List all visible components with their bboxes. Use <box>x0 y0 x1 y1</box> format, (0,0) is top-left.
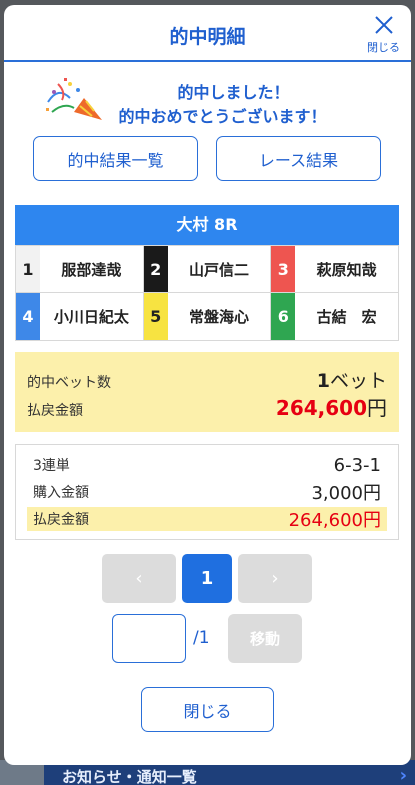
race-title: 大村 8R <box>15 205 399 245</box>
payout-amount: 264,600 <box>275 396 367 420</box>
hit-results-button[interactable]: 的中結果一覧 <box>33 136 198 181</box>
modal-header: 的中明細 閉じる <box>4 5 411 62</box>
racer-cell: 1 服部達哉 <box>15 246 143 292</box>
party-popper-icon <box>44 76 108 122</box>
racer-row: 4 小川日紀太 5 常盤海心 6 古結 宏 <box>15 293 400 341</box>
move-button[interactable]: 移動 <box>228 614 302 663</box>
hit-bets-count: 1 <box>316 370 330 392</box>
racer-cell: 5 常盤海心 <box>142 293 271 340</box>
racer-number: 1 <box>16 246 40 292</box>
hit-bets-unit: ベット <box>329 370 387 392</box>
modal-title: 的中明細 <box>169 26 246 48</box>
close-icon[interactable] <box>373 14 399 40</box>
chevron-right-icon[interactable]: › <box>400 765 407 785</box>
racer-number: 6 <box>271 293 296 340</box>
payout-unit: 円 <box>367 396 387 420</box>
racer-name: 萩原知哉 <box>316 260 377 279</box>
payout-value: 264,600円 <box>276 392 387 421</box>
page-number-input[interactable] <box>112 614 186 663</box>
bet-type-row: 3連単 6-3-1 <box>27 453 387 477</box>
current-page-button[interactable]: 1 <box>182 554 232 603</box>
racer-name: 山戸信二 <box>189 260 250 279</box>
bet-type: 3連単 <box>33 458 70 474</box>
detail-payout-row: 払戻金額 264,600円 <box>27 507 387 531</box>
racer-name: 服部達哉 <box>61 260 122 279</box>
bet-combination: 6-3-1 <box>333 454 381 476</box>
hit-summary: 的中ベット数 1ベット 払戻金額 264,600円 <box>15 352 399 432</box>
racer-number: 4 <box>16 293 40 340</box>
racer-grid: 1 服部達哉 2 山戸信二 3 萩原知哉 4 小川日紀太 5 常盤海心 6 古結 宏 <box>15 245 400 341</box>
race-results-button[interactable]: レース結果 <box>216 136 381 181</box>
racer-name: 常盤海心 <box>189 308 250 326</box>
racer-cell: 6 古結 宏 <box>270 293 400 340</box>
racer-number: 5 <box>143 293 168 340</box>
racer-cell: 3 萩原知哉 <box>270 246 400 292</box>
page-total: /1 <box>193 628 210 648</box>
celebration-line1: 的中しました！ <box>177 83 290 102</box>
bet-detail: 3連単 6-3-1 購入金額 3,000円 払戻金額 264,600円 <box>15 444 399 540</box>
notice-list-link[interactable]: お知らせ・通知一覧 <box>62 766 197 785</box>
racer-name: 古結 宏 <box>316 308 377 326</box>
next-page-button[interactable]: › <box>238 554 312 603</box>
prev-page-button[interactable]: ‹ <box>102 554 176 603</box>
racer-row: 1 服部達哉 2 山戸信二 3 萩原知哉 <box>15 245 400 293</box>
racer-name: 小川日紀太 <box>53 308 129 326</box>
racer-cell: 4 小川日紀太 <box>15 293 143 340</box>
celebration-line2: 的中おめでとうございます！ <box>118 107 327 126</box>
purchase-label: 購入金額 <box>33 485 89 501</box>
detail-payout-value: 264,600円 <box>288 510 381 531</box>
hit-detail-modal: 的中明細 閉じる 的中しました！ 的中おめでとうございます！ 的中結果一覧 レー… <box>4 5 411 765</box>
hit-bets-value: 1ベット <box>317 366 387 393</box>
racer-cell: 2 山戸信二 <box>142 246 271 292</box>
purchase-value: 3,000円 <box>311 483 381 504</box>
racer-number: 3 <box>271 246 296 292</box>
close-button[interactable]: 閉じる <box>141 687 274 732</box>
celebration-message: 的中しました！ 的中おめでとうございます！ <box>4 73 411 133</box>
detail-payout-label: 払戻金額 <box>33 512 89 528</box>
hit-bets-label: 的中ベット数 <box>27 375 111 391</box>
purchase-row: 購入金額 3,000円 <box>27 480 387 504</box>
close-icon-label[interactable]: 閉じる <box>367 39 400 55</box>
racer-number: 2 <box>143 246 168 292</box>
payout-label: 払戻金額 <box>27 403 83 419</box>
